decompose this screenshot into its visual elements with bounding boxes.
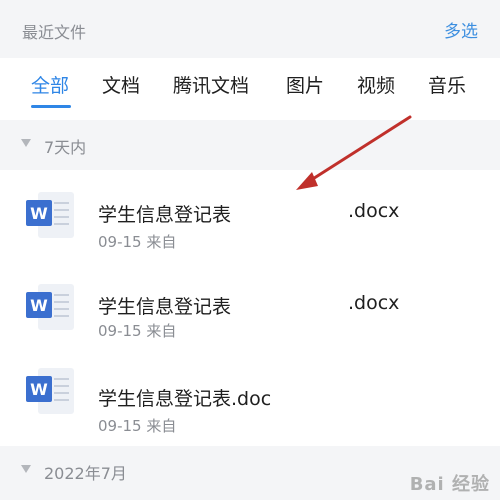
collapse-triangle-icon xyxy=(21,139,31,147)
section-header-7-days[interactable]: 7天内 xyxy=(0,120,500,170)
section-label: 7天内 xyxy=(44,138,87,157)
tab-videos[interactable]: 视频 xyxy=(357,71,395,98)
tab-music[interactable]: 音乐 xyxy=(428,71,466,98)
tab-images[interactable]: 图片 xyxy=(286,71,324,98)
filter-tabs: 全部 文档 腾讯文档 图片 视频 音乐 xyxy=(0,58,500,120)
top-bar: 最近文件 多选 xyxy=(0,0,500,58)
watermark: Bai 经验 xyxy=(409,474,490,495)
file-name: 学生信息登记表 xyxy=(98,296,232,318)
svg-text:W: W xyxy=(30,296,48,315)
file-row[interactable]: W 学生信息登记表 .docx 09-15 来自 xyxy=(0,170,500,262)
tab-all[interactable]: 全部 xyxy=(31,71,69,98)
active-tab-indicator xyxy=(31,105,71,108)
page-title: 最近文件 xyxy=(22,23,87,42)
word-doc-icon: W xyxy=(26,284,74,330)
file-name: 学生信息登记表.doc xyxy=(98,388,272,410)
tab-documents[interactable]: 文档 xyxy=(102,71,140,98)
section-label: 2022年7月 xyxy=(44,464,127,483)
file-meta: 09-15 来自 xyxy=(98,322,177,340)
file-extension: .docx xyxy=(348,200,400,222)
file-row[interactable]: W 学生信息登记表.doc 09-15 来自 xyxy=(0,354,500,446)
multi-select-button[interactable]: 多选 xyxy=(444,17,478,42)
svg-text:W: W xyxy=(30,380,48,399)
word-doc-icon: W xyxy=(26,368,74,414)
collapse-triangle-icon xyxy=(21,465,31,473)
file-meta: 09-15 来自 xyxy=(98,233,177,251)
file-extension: .docx xyxy=(348,292,400,314)
word-doc-icon: W xyxy=(26,192,74,238)
file-name: 学生信息登记表 xyxy=(98,204,232,226)
file-meta: 09-15 来自 xyxy=(98,417,177,435)
file-row[interactable]: W 学生信息登记表 .docx 09-15 来自 xyxy=(0,262,500,354)
svg-text:W: W xyxy=(30,204,48,223)
tab-tencent-docs[interactable]: 腾讯文档 xyxy=(173,71,249,98)
